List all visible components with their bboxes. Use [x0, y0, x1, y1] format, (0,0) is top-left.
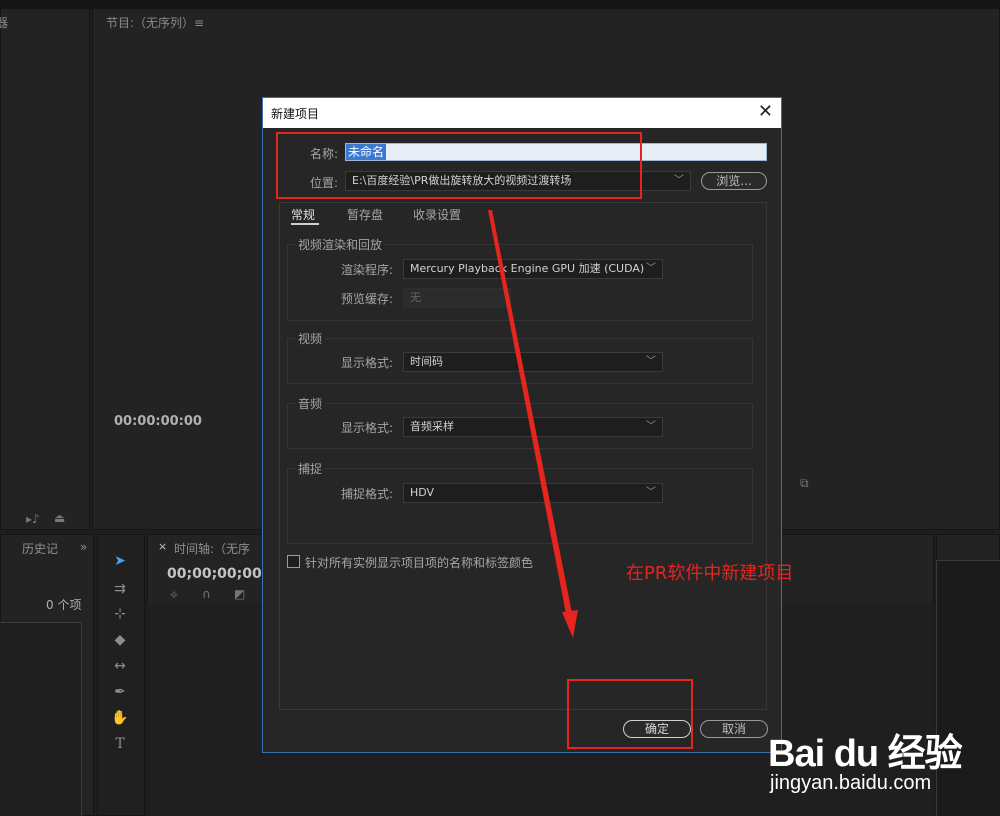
annotation-text: 在PR软件中新建项目	[626, 563, 794, 584]
annotation-arrow	[488, 210, 578, 638]
watermark-brand: Bai du 经验	[768, 733, 963, 775]
baidu-jingyan-watermark: Bai du 经验 jingyan.baidu.com	[768, 708, 1000, 808]
watermark-url: jingyan.baidu.com	[770, 772, 932, 794]
